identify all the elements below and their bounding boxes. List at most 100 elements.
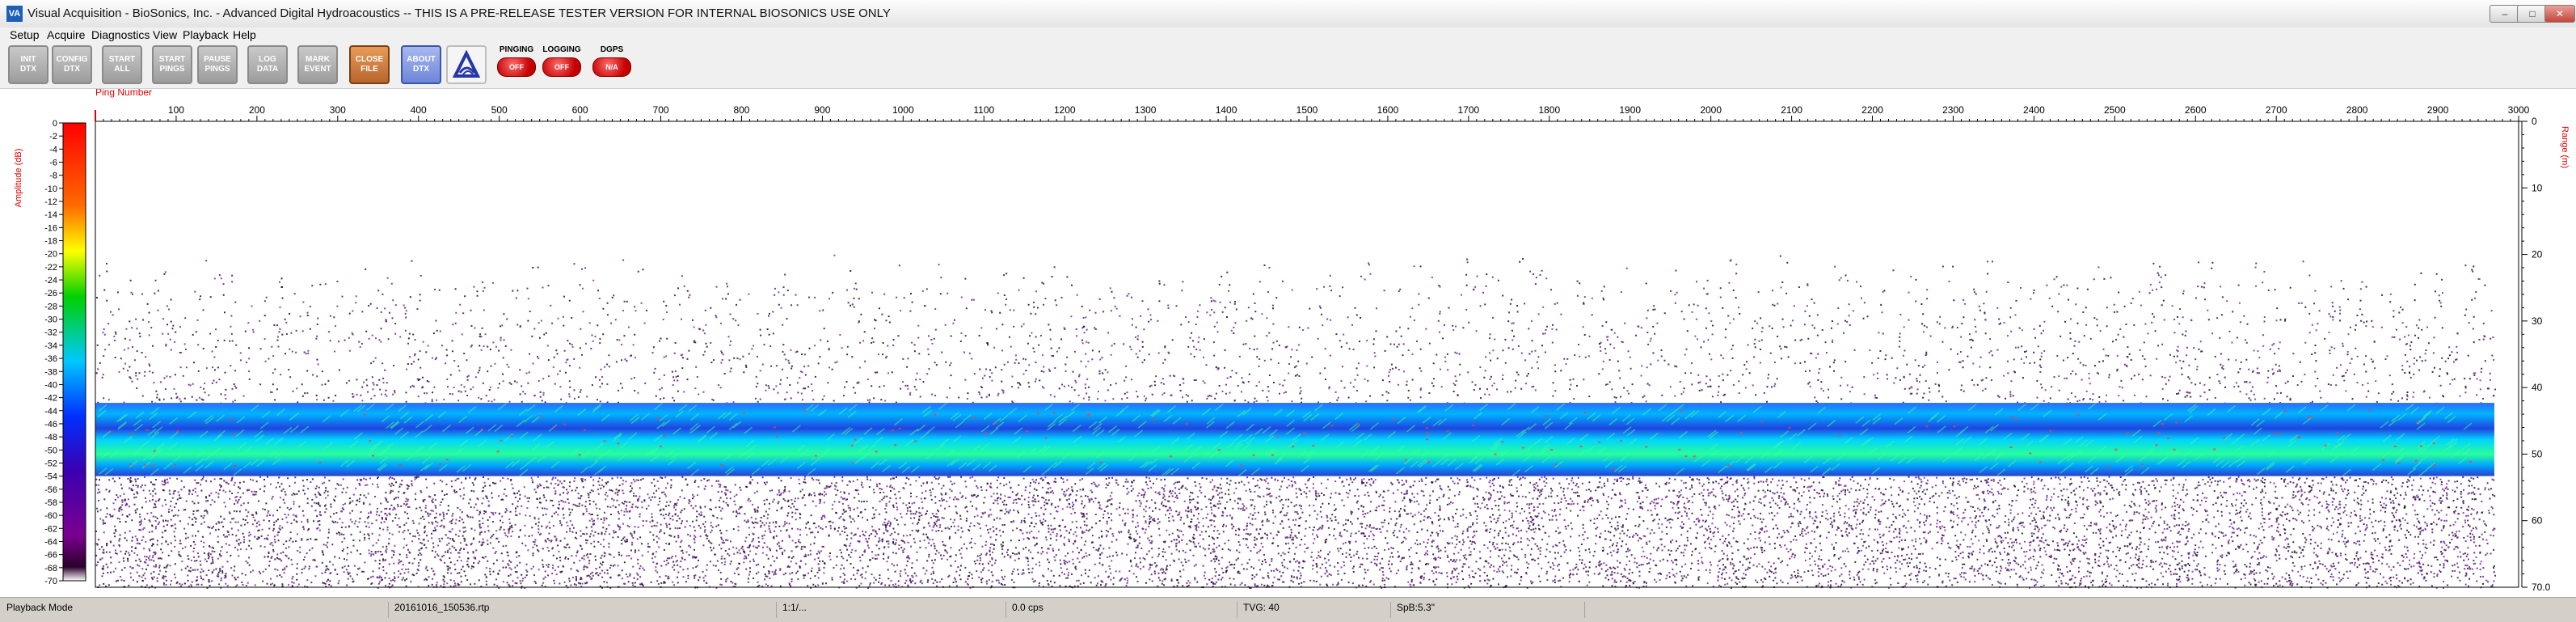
menu-bar: Setup Acquire Diagnostics View Playback … [0, 28, 2576, 42]
x-tick-label: 1500 [1296, 104, 1318, 116]
amplitude-tick-label: -18 [44, 237, 57, 247]
toolbar: INIT DTX CONFIG DTX START ALL START PING… [0, 42, 2576, 89]
minimize-button[interactable]: – [2490, 5, 2520, 23]
x-tick-label: 100 [168, 104, 184, 116]
x-tick-label: 900 [814, 104, 830, 116]
close-file-button[interactable]: CLOSE FILE [349, 45, 390, 84]
amplitude-tick-label: -52 [44, 459, 57, 468]
status-tvg: TVG: 40 [1243, 602, 1280, 613]
x-tick-label: 1700 [1458, 104, 1480, 116]
x-tick-label: 300 [330, 104, 346, 116]
amplitude-tick-label: -66 [44, 551, 57, 561]
menu-help[interactable]: Help [233, 28, 256, 41]
menu-acquire[interactable]: Acquire [47, 28, 85, 41]
status-file: 20161016_150536.rtp [394, 602, 490, 613]
biosonics-logo-icon[interactable] [446, 45, 487, 84]
dgps-label: DGPS [600, 45, 624, 54]
x-axis-title: Ping Number [95, 89, 152, 98]
x-tick-label: 1400 [1216, 104, 1237, 116]
x-tick-label: 2800 [2346, 104, 2368, 116]
amplitude-color-scale [62, 122, 86, 582]
init-dtx-button[interactable]: INIT DTX [8, 45, 48, 84]
dgps-indicator: DGPS N/A [590, 45, 634, 84]
mark-event-button[interactable]: MARK EVENT [297, 45, 338, 84]
echogram-panel: 100 200 300 400 500 600 700 800 900 1000 1100 1200 1… [0, 87, 2576, 597]
start-pings-button[interactable]: START PINGS [152, 45, 192, 84]
maximize-button[interactable]: □ [2517, 5, 2548, 23]
menu-diagnostics[interactable]: Diagnostics [91, 28, 150, 41]
range-tick-label: 10 [2532, 182, 2543, 193]
echogram-svg[interactable]: 100 200 300 400 500 600 700 800 900 1000 1100 1200 1… [0, 87, 2576, 597]
x-tick-label: 200 [249, 104, 265, 116]
amplitude-tick-label: -62 [44, 524, 57, 534]
start-all-button[interactable]: START ALL [102, 45, 142, 84]
amplitude-tick-label: -68 [44, 564, 57, 573]
amplitude-tick-label: -16 [44, 223, 57, 233]
x-tick-label: 2100 [1781, 104, 1802, 116]
config-dtx-button[interactable]: CONFIG DTX [52, 45, 92, 84]
x-tick-label: 500 [491, 104, 508, 116]
range-tick-label: 50 [2532, 448, 2543, 459]
amplitude-tick-label: -64 [44, 537, 57, 547]
amplitude-tick-label: -34 [44, 341, 57, 351]
x-tick-label: 1100 [973, 104, 994, 116]
dgps-state: N/A [592, 57, 631, 77]
app-icon: VA [6, 6, 23, 22]
amplitude-tick-label: -46 [44, 420, 57, 429]
amplitude-tick-label: -50 [44, 446, 57, 455]
log-data-button[interactable]: LOG DATA [247, 45, 288, 84]
amplitude-tick-label: -48 [44, 433, 57, 442]
x-tick-label: 2000 [1700, 104, 1722, 116]
x-tick-label: 2500 [2104, 104, 2126, 116]
x-tick-label: 2400 [2023, 104, 2045, 116]
pause-pings-button[interactable]: PAUSE PINGS [197, 45, 238, 84]
x-tick-label: 400 [411, 104, 427, 116]
x-tick-label: 1300 [1135, 104, 1157, 116]
x-tick-label: 700 [653, 104, 669, 116]
status-separator [1584, 602, 1585, 618]
amplitude-tick-label: -32 [44, 328, 57, 338]
amplitude-tick-label: -14 [44, 210, 57, 220]
x-tick-label: 2600 [2185, 104, 2207, 116]
logging-state: OFF [542, 57, 581, 77]
amplitude-tick-label: -54 [44, 472, 57, 482]
status-rate: 0.0 cps [1012, 602, 1043, 613]
amplitude-tick-label: -4 [49, 145, 57, 154]
status-separator [388, 602, 389, 618]
range-tick-label: 0 [2532, 116, 2537, 127]
status-separator [1390, 602, 1391, 618]
amplitude-tick-label: -10 [44, 184, 57, 194]
x-tick-label: 600 [572, 104, 588, 116]
echogram-background [95, 121, 2519, 587]
range-tick-label: 40 [2532, 382, 2543, 393]
status-bar: Playback Mode 20161016_150536.rtp 1:1/..… [0, 597, 2576, 622]
amplitude-tick-label: -6 [49, 159, 57, 168]
x-tick-label: 1900 [1619, 104, 1641, 116]
amplitude-tick-label: -36 [44, 354, 57, 364]
range-tick-label: 70.0 [2532, 582, 2551, 593]
x-tick-label: 2200 [1861, 104, 1883, 116]
pinging-label: PINGING [499, 45, 534, 54]
amplitude-tick-label: -40 [44, 380, 57, 390]
range-tick-label: 30 [2532, 315, 2543, 327]
amplitude-tick-label: -30 [44, 315, 57, 325]
amplitude-tick-label: -38 [44, 367, 57, 377]
menu-view[interactable]: View [153, 28, 177, 41]
logging-indicator: LOGGING OFF [540, 45, 584, 84]
amplitude-tick-label: -56 [44, 485, 57, 495]
close-button[interactable]: ✕ [2544, 5, 2575, 23]
x-tick-label: 3000 [2508, 104, 2530, 116]
status-mode: Playback Mode [6, 602, 74, 613]
status-spb: SpB:5.3" [1397, 602, 1435, 613]
amplitude-tick-label: -20 [44, 250, 57, 260]
pinging-state: OFF [497, 57, 536, 77]
amplitude-axis-title: Amplitude (dB) [14, 149, 23, 208]
menu-playback[interactable]: Playback [183, 28, 229, 41]
plot-layer [95, 121, 2519, 589]
amplitude-tick-label: -24 [44, 276, 57, 286]
amplitude-tick-label: -28 [44, 302, 57, 311]
amplitude-tick-label: -2 [49, 132, 57, 142]
menu-setup[interactable]: Setup [10, 28, 40, 41]
biosonics-logo-graphic [452, 49, 481, 78]
about-dtx-button[interactable]: ABOUT DTX [401, 45, 441, 84]
